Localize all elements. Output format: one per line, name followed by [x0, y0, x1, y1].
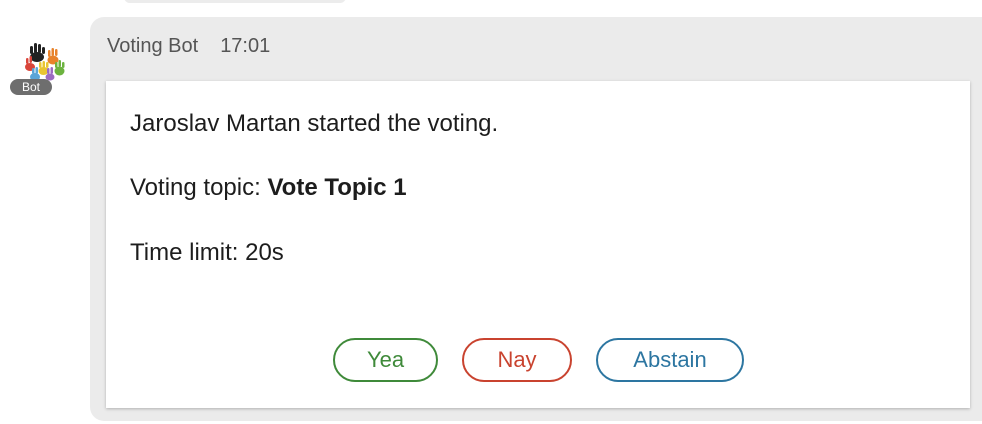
bot-badge: Bot — [10, 79, 52, 95]
voting-topic: Voting topic: Vote Topic 1 — [130, 174, 407, 202]
voting-topic-label: Voting topic: — [130, 174, 268, 201]
raised-hands-icon — [25, 43, 65, 81]
message-header: Voting Bot 17:01 — [107, 35, 270, 58]
abstain-button[interactable]: Abstain — [596, 338, 744, 382]
voting-time-limit: Time limit: 20s — [130, 239, 284, 266]
voting-card: Jaroslav Martan started the voting. Voti… — [106, 81, 970, 408]
voting-announcement: Jaroslav Martan started the voting. — [130, 110, 499, 137]
previous-message-edge — [124, 0, 346, 3]
nay-button[interactable]: Nay — [462, 338, 572, 382]
yea-button[interactable]: Yea — [333, 338, 438, 382]
voting-topic-value: Vote Topic 1 — [267, 174, 407, 201]
message-time: 17:01 — [220, 35, 271, 57]
sender-name[interactable]: Voting Bot — [107, 35, 198, 57]
bot-message: Voting Bot 17:01 Jaroslav Martan started … — [90, 17, 982, 421]
chat-view: Bot Voting Bot 17:01 Jaroslav Martan star… — [0, 0, 982, 424]
